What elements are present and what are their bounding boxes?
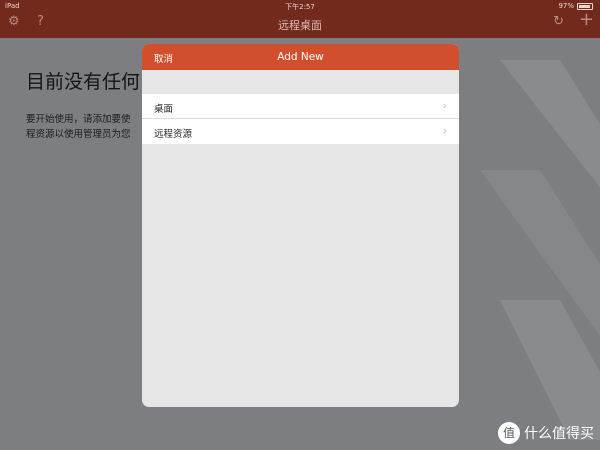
- top-bar: iPad 下午2:57 97% ⚙ ? 远程桌面 ↻ +: [0, 0, 600, 38]
- refresh-icon[interactable]: ↻: [553, 14, 564, 30]
- list-item-label: 桌面: [154, 104, 174, 115]
- chevron-right-icon: ›: [442, 124, 447, 137]
- watermark-text: 什么值得买: [524, 426, 594, 442]
- status-time: 下午2:57: [285, 3, 315, 11]
- list-item-label: 远程资源: [154, 129, 193, 140]
- empty-state-heading: 目前没有任何: [26, 71, 141, 93]
- empty-state-line-2: 程资源以使用管理员为您: [26, 129, 131, 140]
- plus-icon[interactable]: +: [579, 11, 594, 29]
- add-new-list: 桌面 › 远程资源 ›: [142, 94, 459, 144]
- add-new-modal: 取消 Add New 桌面 › 远程资源 ›: [142, 44, 459, 407]
- chevron-right-icon: ›: [442, 99, 447, 112]
- list-item-desktop[interactable]: 桌面 ›: [142, 94, 459, 119]
- watermark-logo: 值: [498, 422, 520, 444]
- empty-state-body: 要开始使用，请添加要使 程资源以使用管理员为您: [26, 112, 131, 142]
- modal-header: 取消 Add New: [142, 44, 459, 70]
- modal-title: Add New: [277, 51, 324, 63]
- empty-state-line-1: 要开始使用，请添加要使: [26, 114, 131, 125]
- list-item-remote-resources[interactable]: 远程资源 ›: [142, 119, 459, 144]
- battery-percent: 97%: [558, 2, 574, 10]
- status-bar: iPad 下午2:57 97%: [0, 0, 600, 12]
- background-chevron-graphic: [480, 60, 600, 440]
- watermark: 值 什么值得买: [498, 422, 594, 444]
- page-title: 远程桌面: [278, 19, 322, 32]
